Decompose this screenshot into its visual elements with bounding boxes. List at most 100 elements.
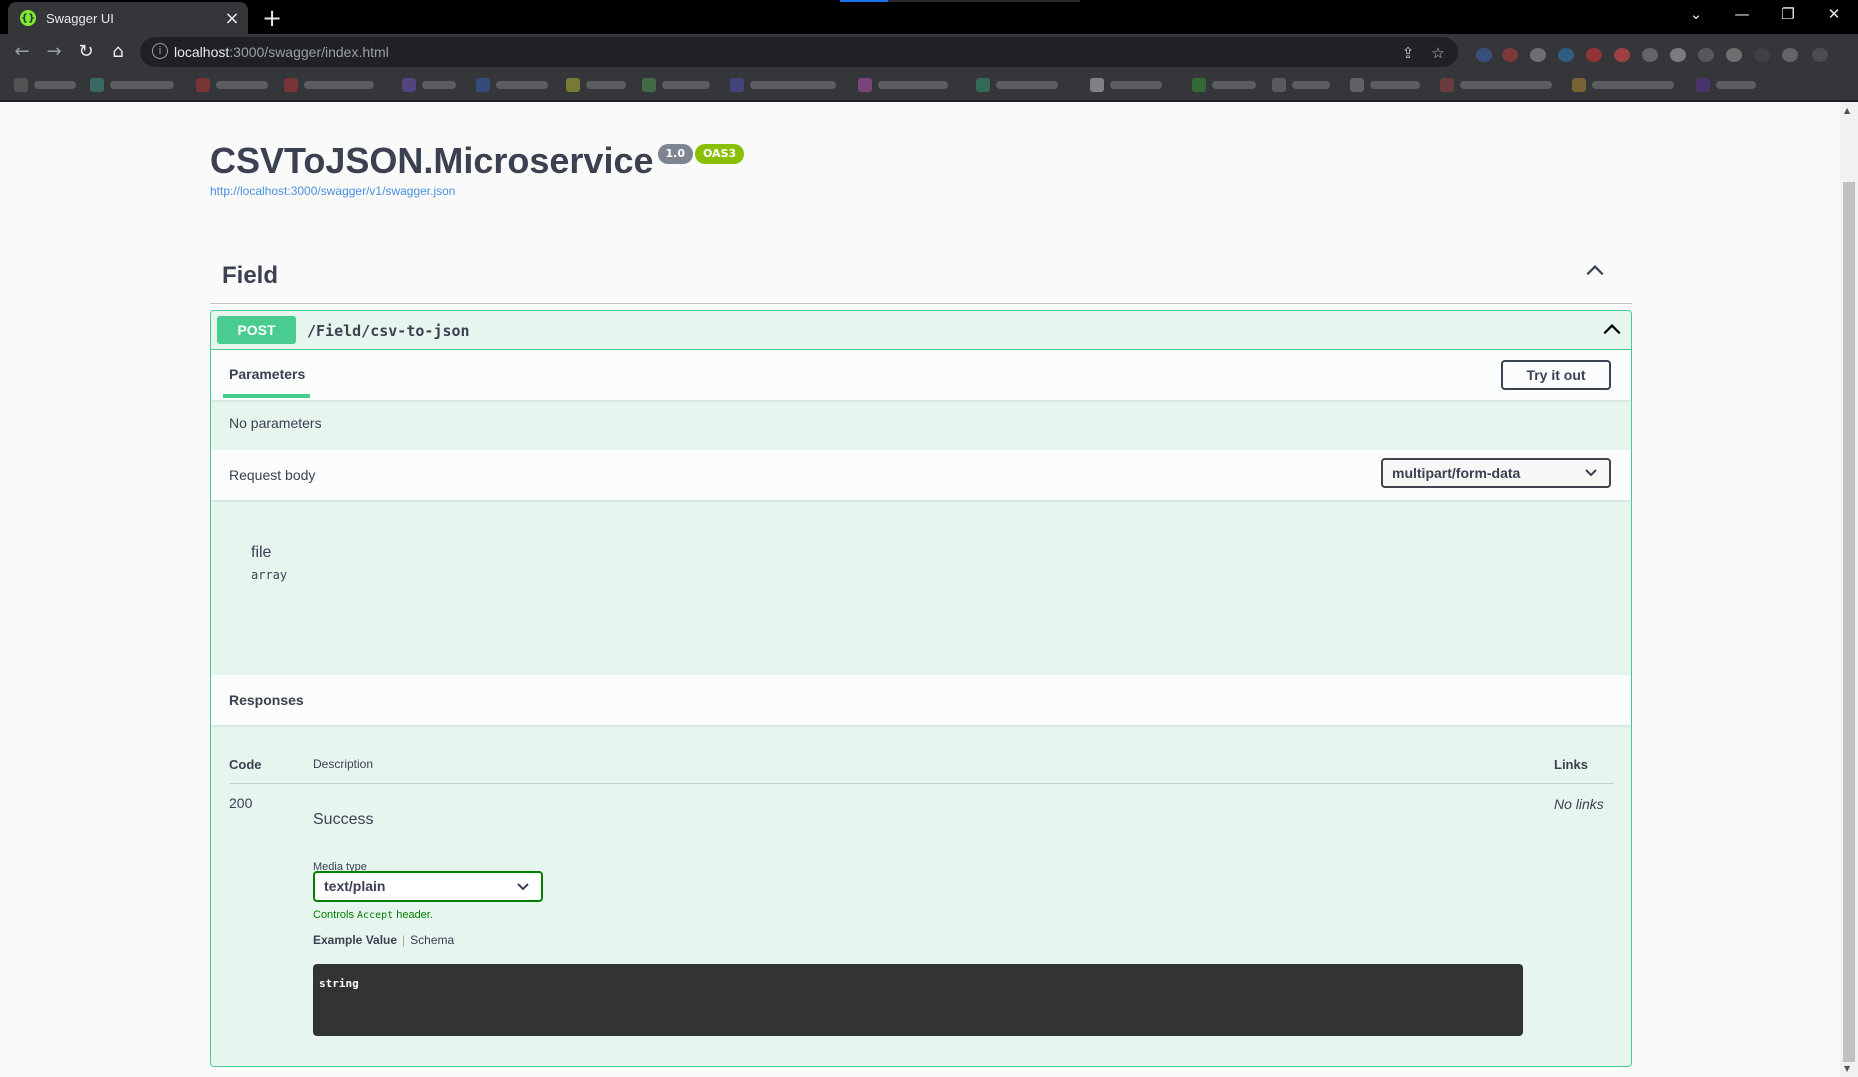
- chevron-up-icon[interactable]: [1601, 319, 1623, 341]
- table-divider: [229, 783, 1614, 784]
- reload-icon[interactable]: ↻: [72, 38, 100, 66]
- operation-summary[interactable]: POST /Field/csv-to-json: [211, 311, 1631, 350]
- try-it-out-button[interactable]: Try it out: [1501, 360, 1611, 390]
- chevron-down-icon: [517, 873, 531, 900]
- extension-icon[interactable]: [1558, 48, 1574, 62]
- forward-arrow-icon[interactable]: →: [40, 38, 68, 66]
- tag-header[interactable]: Field: [210, 242, 1632, 304]
- chevron-up-icon[interactable]: [1584, 260, 1606, 282]
- bookmark-item[interactable]: [14, 78, 76, 92]
- bookmark-star-icon[interactable]: ☆: [1426, 41, 1450, 65]
- oas-badge: OAS3: [695, 144, 745, 164]
- example-tabs: Example Value | Schema: [313, 933, 454, 947]
- browser-toolbar: ← → ↻ ⌂ i localhost:3000/swagger/index.h…: [0, 34, 1858, 70]
- bookmark-item[interactable]: [1572, 78, 1674, 92]
- bookmark-item[interactable]: [284, 78, 374, 92]
- tab-example-value[interactable]: Example Value: [313, 933, 397, 947]
- controls-accept-text: Controls Accept header.: [313, 909, 433, 921]
- address-url: localhost:3000/swagger/index.html: [174, 44, 389, 60]
- share-icon[interactable]: ⇪: [1396, 41, 1420, 65]
- bookmark-item[interactable]: [1440, 78, 1552, 92]
- profile-avatar-icon[interactable]: [1782, 48, 1798, 62]
- bookmark-item[interactable]: [196, 78, 268, 92]
- scroll-thumb[interactable]: [1843, 182, 1855, 1062]
- tab-indicator-active: [840, 0, 888, 2]
- example-value-text: string: [319, 977, 359, 990]
- extension-icon[interactable]: [1670, 48, 1686, 62]
- bookmark-item[interactable]: [1272, 78, 1330, 92]
- swagger-favicon-icon: {}: [20, 10, 36, 26]
- bookmark-item[interactable]: [402, 78, 456, 92]
- column-description: Description: [313, 757, 374, 771]
- method-badge: POST: [217, 316, 296, 344]
- bookmark-item[interactable]: [1192, 78, 1256, 92]
- request-body-label: Request body: [229, 467, 316, 483]
- no-parameters-text: No parameters: [229, 415, 322, 431]
- operation-block: POST /Field/csv-to-json Parameters Try i…: [210, 310, 1632, 1067]
- bookmark-item[interactable]: [1696, 78, 1756, 92]
- tab-parameters[interactable]: Parameters: [229, 366, 305, 382]
- responses-label: Responses: [229, 692, 304, 708]
- home-icon[interactable]: ⌂: [104, 38, 132, 66]
- page-scrollbar[interactable]: ▲ ▼: [1840, 102, 1858, 1077]
- parameters-header: Parameters Try it out: [211, 350, 1631, 400]
- example-code-block: string: [313, 964, 1523, 1036]
- media-type-value: text/plain: [324, 878, 386, 894]
- extension-icon[interactable]: [1754, 48, 1770, 62]
- bookmark-item[interactable]: [90, 78, 174, 92]
- bookmark-item[interactable]: [476, 78, 548, 92]
- scroll-down-icon[interactable]: ▼: [1844, 1064, 1850, 1073]
- extension-icon[interactable]: [1614, 48, 1630, 62]
- request-body-form: file array: [211, 500, 1631, 675]
- browser-tab[interactable]: {} Swagger UI ×: [8, 2, 248, 34]
- bookmark-item[interactable]: [566, 78, 626, 92]
- field-name: file: [251, 544, 272, 561]
- response-links: No links: [1554, 796, 1604, 812]
- tab-schema[interactable]: Schema: [410, 933, 454, 947]
- bookmark-item[interactable]: [730, 78, 836, 92]
- bookmark-item[interactable]: [1350, 78, 1420, 92]
- tab-separator: |: [402, 933, 406, 947]
- scroll-up-icon[interactable]: ▲: [1844, 106, 1850, 115]
- extension-icon[interactable]: [1586, 48, 1602, 62]
- extension-icon[interactable]: [1476, 48, 1492, 62]
- restore-button[interactable]: ❐: [1766, 0, 1810, 30]
- spec-url-link[interactable]: http://localhost:3000/swagger/v1/swagger…: [210, 184, 744, 198]
- responses-header: Responses: [211, 675, 1631, 725]
- extension-icon[interactable]: [1642, 48, 1658, 62]
- bookmark-item[interactable]: [642, 78, 710, 92]
- tab-strip: {} Swagger UI × + ⌄ — ❐ ✕: [0, 0, 1858, 34]
- extension-icon[interactable]: [1502, 48, 1518, 62]
- bookmarks-bar: [0, 70, 1858, 100]
- minimize-button[interactable]: —: [1720, 0, 1764, 30]
- back-arrow-icon[interactable]: ←: [8, 38, 36, 66]
- site-info-icon[interactable]: i: [152, 43, 168, 59]
- media-type-select[interactable]: text/plain: [313, 871, 543, 902]
- bookmark-item[interactable]: [858, 78, 948, 92]
- operation-path: /Field/csv-to-json: [307, 322, 470, 340]
- new-tab-button[interactable]: +: [258, 4, 286, 32]
- version-badge: 1.0: [657, 144, 693, 164]
- browser-chrome: {} Swagger UI × + ⌄ — ❐ ✕ ← → ↻ ⌂ i loca…: [0, 0, 1858, 102]
- column-links: Links: [1554, 757, 1588, 772]
- address-bar[interactable]: i localhost:3000/swagger/index.html ⇪ ☆: [140, 37, 1458, 67]
- column-code: Code: [229, 757, 262, 772]
- api-title: CSVToJSON.Microservice: [210, 140, 654, 181]
- tab-search-dropdown-icon[interactable]: ⌄: [1674, 0, 1718, 30]
- content-type-select[interactable]: multipart/form-data: [1381, 458, 1611, 488]
- tab-underline: [223, 394, 310, 398]
- responses-table: Code Description Links 200 Success No li…: [211, 725, 1631, 1065]
- api-info: CSVToJSON.Microservice 1.0 OAS3 http://loc…: [210, 140, 745, 198]
- request-body-header: Request body multipart/form-data: [211, 450, 1631, 500]
- tag-name: Field: [222, 262, 279, 289]
- content-type-value: multipart/form-data: [1392, 465, 1521, 481]
- extension-icon[interactable]: [1530, 48, 1546, 62]
- browser-menu-icon[interactable]: [1812, 48, 1828, 62]
- bookmark-item[interactable]: [976, 78, 1058, 92]
- extension-icon[interactable]: [1698, 48, 1714, 62]
- window-close-button[interactable]: ✕: [1812, 0, 1856, 30]
- field-type: array: [251, 568, 288, 582]
- extension-icon[interactable]: [1726, 48, 1742, 62]
- bookmark-item[interactable]: [1090, 78, 1162, 92]
- tab-close-icon[interactable]: ×: [220, 8, 244, 29]
